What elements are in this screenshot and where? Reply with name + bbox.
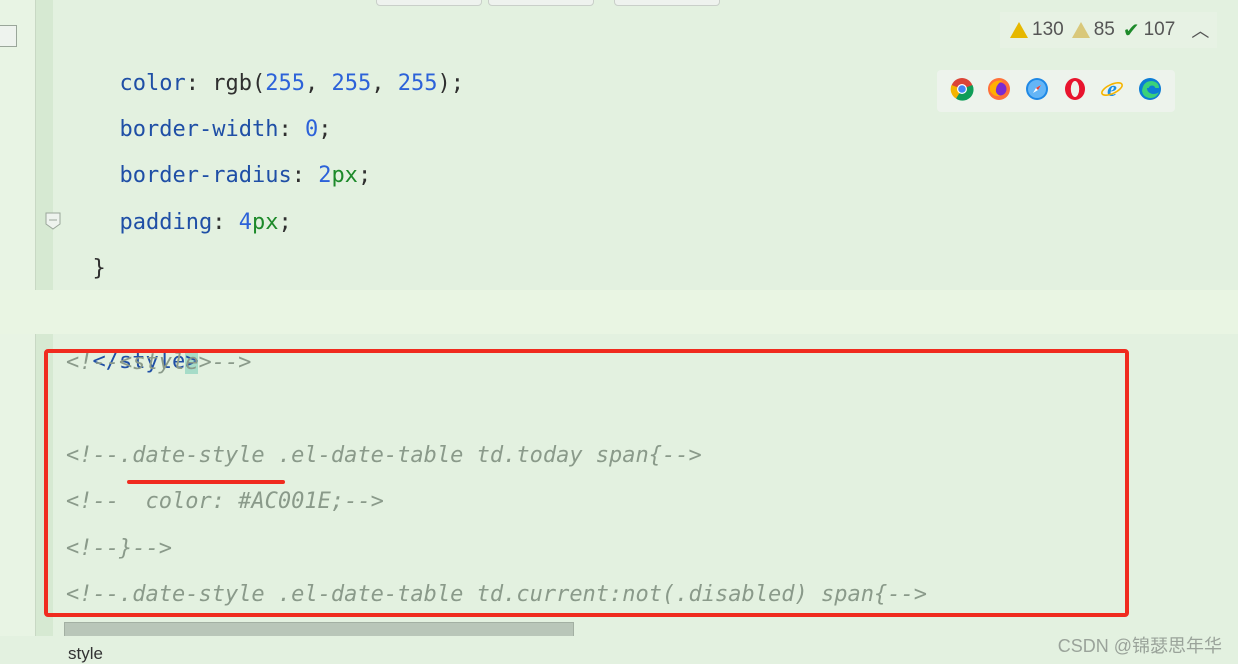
breadcrumb[interactable]: style	[68, 644, 103, 664]
watermark: CSDN @锦瑟思年华	[1057, 636, 1222, 656]
css-semicolon: ;	[278, 210, 292, 235]
annotation-underline	[127, 480, 285, 484]
css-number: 255	[331, 71, 372, 96]
code-line[interactable]: padding: 4px;	[93, 154, 292, 235]
edge-icon[interactable]	[1138, 77, 1162, 105]
code-line[interactable]: color: rgb(255, 255, 255);	[93, 15, 464, 96]
weak-warning-icon	[1071, 22, 1090, 38]
ie-icon[interactable]: e	[1100, 76, 1124, 105]
css-number: 4	[238, 210, 252, 235]
inspection-widget[interactable]: 130 85 ✔ 107 ︿	[1000, 12, 1218, 48]
browser-preview-bar: e	[937, 70, 1175, 112]
css-unit: px	[251, 210, 279, 235]
code-line[interactable]: border-radius: 2px;	[93, 107, 372, 188]
code-line[interactable]: }	[66, 200, 106, 281]
css-number: 255	[397, 71, 438, 96]
warning-icon	[1010, 22, 1028, 38]
code-line[interactable]: border-width: 0;	[93, 61, 332, 142]
status-breadcrumb-bar: style CSDN @锦瑟思年华	[0, 636, 1238, 664]
opera-icon[interactable]	[1063, 77, 1087, 105]
typos-count: 107	[1143, 19, 1176, 40]
fold-icon[interactable]	[45, 212, 61, 230]
typo-check-icon: ✔	[1122, 19, 1140, 42]
css-function-end: );	[437, 71, 464, 96]
warnings-stat[interactable]: 130	[1010, 19, 1064, 41]
editor-tab[interactable]	[376, 0, 482, 6]
svg-text:e: e	[1108, 77, 1118, 101]
css-semicolon: ;	[357, 163, 372, 188]
editor-tab[interactable]	[488, 0, 594, 6]
typos-stat[interactable]: ✔ 107	[1123, 18, 1175, 43]
chrome-icon[interactable]	[950, 77, 974, 105]
firefox-icon[interactable]	[987, 77, 1011, 105]
editor-tab[interactable]	[614, 0, 720, 6]
weak-warnings-stat[interactable]: 85	[1071, 19, 1115, 41]
weak-warnings-count: 85	[1093, 19, 1115, 40]
closing-brace: }	[92, 256, 106, 281]
css-unit: px	[331, 163, 358, 188]
chevron-up-icon[interactable]: ︿	[1191, 17, 1209, 43]
bookmark-icon[interactable]	[0, 25, 17, 47]
warnings-count: 130	[1032, 19, 1064, 40]
safari-icon[interactable]	[1025, 77, 1049, 105]
css-number: 2	[318, 163, 332, 188]
code-line[interactable]: </style>	[66, 293, 199, 374]
css-property: padding	[119, 210, 213, 235]
